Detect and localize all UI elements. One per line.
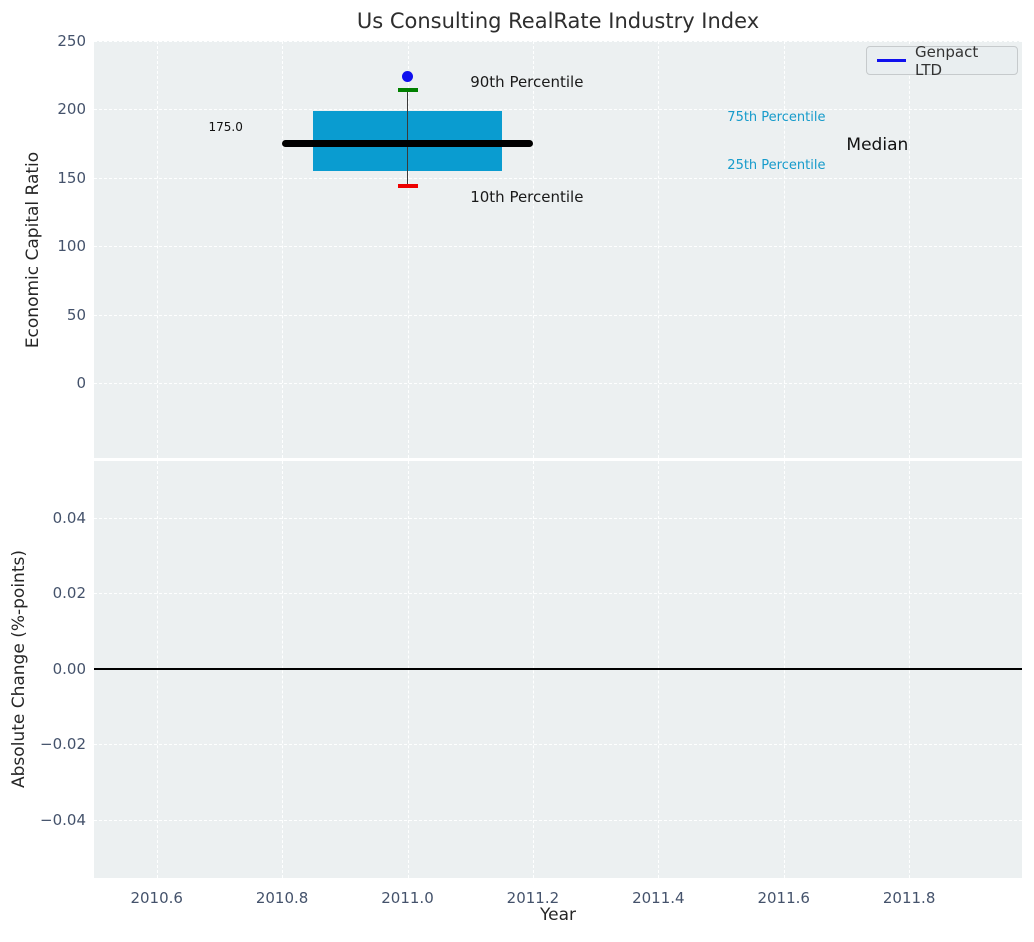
x-tick-label: 2010.8 — [247, 889, 317, 907]
y-gridline — [94, 246, 1022, 247]
annotation-10th-percentile: 10th Percentile — [470, 188, 583, 206]
y-gridline — [94, 315, 1022, 316]
y-tick-label: 50 — [16, 306, 86, 324]
annotation-90th-percentile: 90th Percentile — [470, 73, 583, 91]
y-gridline — [94, 744, 1022, 745]
annotation-median: Median — [846, 135, 908, 155]
x-axis-label: Year — [94, 905, 1022, 925]
y-tick-label: 0.02 — [16, 584, 86, 602]
x-tick-label: 2011.8 — [874, 889, 944, 907]
p10-cap — [398, 184, 418, 188]
annotation-175-0: 175.0 — [208, 120, 242, 134]
x-tick-label: 2011.2 — [498, 889, 568, 907]
median-line — [282, 140, 533, 147]
chart-title: Us Consulting RealRate Industry Index — [94, 9, 1022, 33]
y-gridline — [94, 518, 1022, 519]
y-tick-label: 0 — [16, 374, 86, 392]
x-tick-label: 2011.4 — [623, 889, 693, 907]
y-tick-label: 100 — [16, 237, 86, 255]
whisker-line — [407, 90, 408, 186]
figure: Us Consulting RealRate Industry Index 90… — [0, 0, 1034, 942]
company-point — [402, 71, 413, 82]
x-tick-label: 2011.0 — [373, 889, 443, 907]
x-gridline — [157, 41, 158, 458]
y-tick-label: 150 — [16, 169, 86, 187]
y-tick-label: 250 — [16, 32, 86, 50]
legend: Genpact LTD — [866, 46, 1018, 75]
x-gridline — [658, 41, 659, 458]
y-tick-label: 0.04 — [16, 509, 86, 527]
y-tick-label: 200 — [16, 100, 86, 118]
y-tick-label: −0.04 — [16, 811, 86, 829]
bottom-axes — [94, 461, 1022, 878]
y-gridline — [94, 41, 1022, 42]
p90-cap — [398, 88, 418, 92]
x-gridline — [533, 41, 534, 458]
x-gridline — [784, 41, 785, 458]
x-gridline — [282, 41, 283, 458]
y-gridline — [94, 178, 1022, 179]
y-tick-label: −0.02 — [16, 735, 86, 753]
x-tick-label: 2011.6 — [749, 889, 819, 907]
y-gridline — [94, 820, 1022, 821]
annotation-75th-percentile: 75th Percentile — [727, 110, 825, 125]
top-axes: 90th Percentile 10th Percentile 75th Perce… — [94, 41, 1022, 458]
x-tick-label: 2010.6 — [122, 889, 192, 907]
y-gridline — [94, 593, 1022, 594]
annotation-25th-percentile: 25th Percentile — [727, 158, 825, 173]
y-gridline — [94, 109, 1022, 110]
legend-line-swatch — [877, 59, 906, 62]
legend-label: Genpact LTD — [915, 43, 1007, 79]
y-gridline — [94, 383, 1022, 384]
zero-line — [94, 668, 1022, 670]
y-tick-label: 0.00 — [16, 660, 86, 678]
x-gridline — [909, 41, 910, 458]
